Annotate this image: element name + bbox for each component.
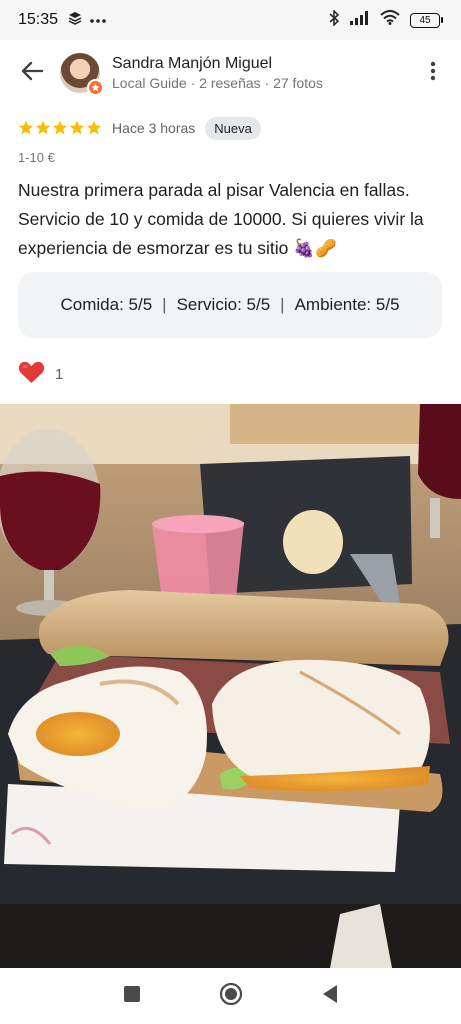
battery-level: 45 — [410, 12, 440, 28]
battery-icon: 45 — [410, 12, 443, 28]
star-icon — [52, 120, 68, 135]
bluetooth-icon — [329, 8, 340, 31]
local-guide-star-icon — [87, 79, 104, 96]
review-text: Nuestra primera parada al pisar Valencia… — [18, 180, 424, 258]
separator: | — [280, 295, 285, 314]
price-range: 1-10 € — [18, 150, 55, 165]
home-circle-icon[interactable] — [219, 982, 243, 1011]
more-options-button[interactable] — [405, 45, 461, 101]
wifi-icon — [380, 10, 400, 30]
food-rating: Comida: 5/5 — [60, 295, 153, 314]
separator: | — [162, 295, 167, 314]
review-header: Sandra Manjón Miguel Local Guide · 2 res… — [0, 40, 461, 106]
rating-row: Hace 3 horas Nueva — [18, 116, 261, 140]
user-meta: Local Guide · 2 reseñas · 27 fotos — [112, 75, 323, 91]
status-time: 15:35 — [18, 11, 59, 28]
star-icon — [18, 120, 34, 135]
new-badge: Nueva — [205, 116, 261, 140]
back-arrow-icon — [21, 61, 44, 86]
system-nav-bar — [0, 968, 461, 1024]
back-triangle-icon[interactable] — [321, 984, 339, 1009]
star-icon — [69, 120, 85, 135]
star-rating — [18, 120, 102, 136]
user-name[interactable]: Sandra Manjón Miguel — [112, 55, 323, 73]
avatar[interactable] — [60, 53, 104, 96]
recents-square-icon[interactable] — [123, 985, 141, 1008]
review-time: Hace 3 horas — [112, 120, 196, 136]
ambience-rating: Ambiente: 5/5 — [294, 295, 400, 314]
aspect-ratings: Comida: 5/5 | Servicio: 5/5 | Ambiente: … — [18, 272, 442, 338]
service-rating: Servicio: 5/5 — [176, 295, 271, 314]
layers-icon — [68, 11, 82, 30]
status-bar: 15:35 45 — [0, 0, 461, 40]
heart-icon — [18, 360, 45, 389]
review-photo[interactable] — [0, 404, 461, 968]
like-count: 1 — [55, 366, 64, 383]
more-dots-icon — [90, 11, 106, 29]
back-button[interactable] — [0, 41, 64, 105]
star-icon — [35, 120, 51, 135]
like-button[interactable]: 1 — [18, 360, 63, 389]
more-vert-icon — [430, 61, 436, 86]
star-icon — [86, 120, 102, 135]
signal-icon — [350, 10, 370, 30]
